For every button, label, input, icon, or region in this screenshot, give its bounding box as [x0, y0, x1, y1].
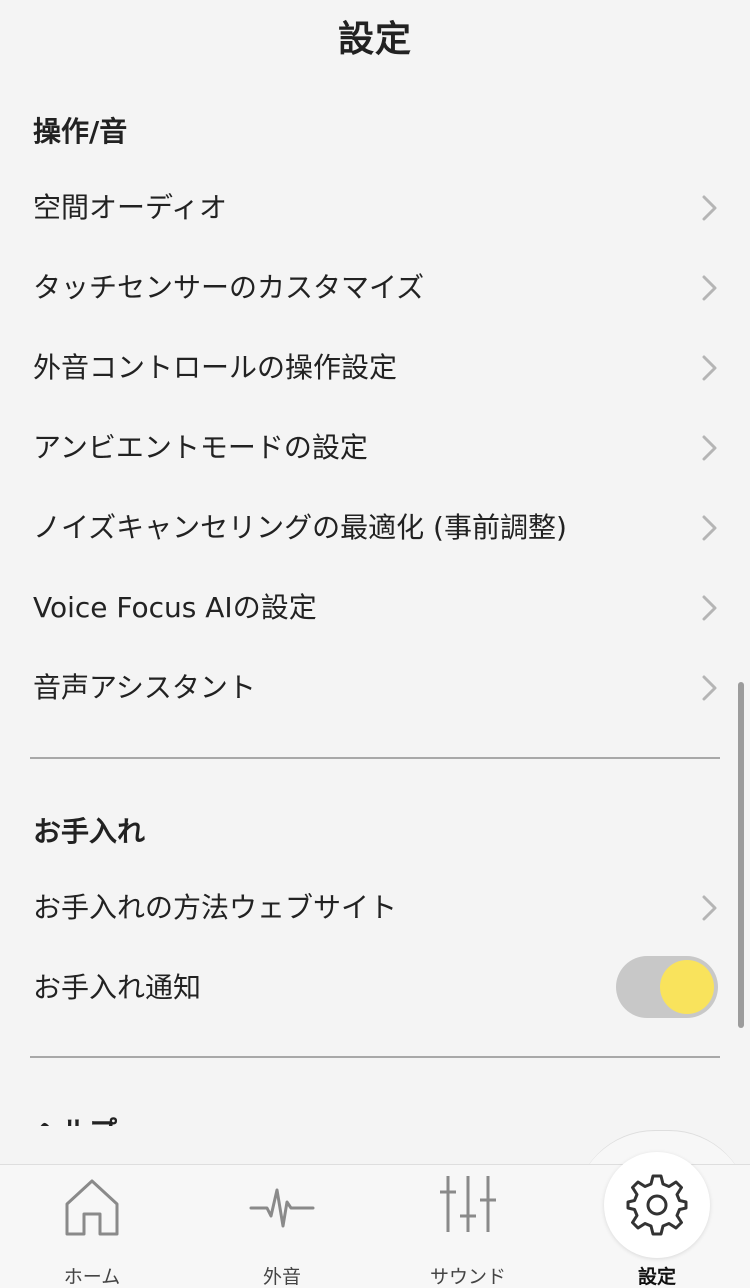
- waveform-icon: [249, 1188, 315, 1228]
- row-label: 空間オーディオ: [33, 191, 228, 224]
- care-notification-toggle[interactable]: [616, 956, 718, 1018]
- settings-row-touch-sensor[interactable]: タッチセンサーのカスタマイズ: [0, 248, 750, 328]
- tab-sound[interactable]: サウンド: [388, 1164, 548, 1288]
- chevron-right-icon: [702, 675, 717, 701]
- settings-screen: 設定 操作/音 空間オーディオ タッチセンサーのカスタマイズ 外音コントロールの…: [0, 0, 750, 1288]
- section-header-help-label: ヘルプ: [33, 1110, 117, 1126]
- row-label: 音声アシスタント: [33, 671, 256, 704]
- chevron-right-icon: [702, 435, 717, 461]
- section-header-help: ヘルプ: [33, 1104, 117, 1126]
- settings-row-ambient-control[interactable]: 外音コントロールの操作設定: [0, 328, 750, 408]
- section-header-controls: 操作/音: [33, 115, 128, 148]
- row-label: Voice Focus AIの設定: [33, 591, 317, 624]
- tab-settings[interactable]: 設定: [577, 1164, 737, 1288]
- equalizer-icon: [440, 1176, 496, 1232]
- row-label: アンビエントモードの設定: [33, 431, 368, 464]
- tab-label: ホーム: [63, 1266, 121, 1288]
- settings-row-voice-assistant[interactable]: 音声アシスタント: [0, 648, 750, 728]
- chevron-right-icon: [702, 355, 717, 381]
- settings-row-voice-focus[interactable]: Voice Focus AIの設定: [0, 568, 750, 648]
- tab-label: 外音: [262, 1266, 301, 1288]
- gear-icon: [626, 1174, 688, 1236]
- row-label: お手入れ通知: [33, 971, 202, 1004]
- chevron-right-icon: [702, 595, 717, 621]
- home-icon: [65, 1179, 119, 1236]
- scrollbar[interactable]: [738, 682, 744, 1028]
- section-divider: [30, 757, 720, 759]
- tab-ambient[interactable]: 外音: [202, 1164, 362, 1288]
- tab-home[interactable]: ホーム: [12, 1164, 172, 1288]
- page-title: 設定: [337, 19, 412, 60]
- settings-row-ambient-mode[interactable]: アンビエントモードの設定: [0, 408, 750, 488]
- section-header-care: お手入れ: [33, 815, 146, 848]
- tab-label: サウンド: [429, 1266, 506, 1288]
- chevron-right-icon: [702, 195, 717, 221]
- settings-row-noise-canceling[interactable]: ノイズキャンセリングの最適化 (事前調整): [0, 488, 750, 568]
- row-label: タッチセンサーのカスタマイズ: [33, 271, 425, 304]
- settings-row-care-notification: お手入れ通知: [0, 948, 750, 1028]
- chevron-right-icon: [702, 895, 717, 921]
- row-label: お手入れの方法ウェブサイト: [33, 891, 398, 924]
- tab-label: 設定: [637, 1266, 676, 1288]
- chevron-right-icon: [702, 515, 717, 541]
- settings-row-spatial-audio[interactable]: 空間オーディオ: [0, 168, 750, 248]
- row-label: 外音コントロールの操作設定: [33, 351, 398, 384]
- section-divider: [30, 1056, 720, 1058]
- settings-row-care-website[interactable]: お手入れの方法ウェブサイト: [0, 868, 750, 948]
- toggle-knob: [660, 960, 714, 1014]
- chevron-right-icon: [702, 275, 717, 301]
- row-label: ノイズキャンセリングの最適化 (事前調整): [33, 511, 567, 544]
